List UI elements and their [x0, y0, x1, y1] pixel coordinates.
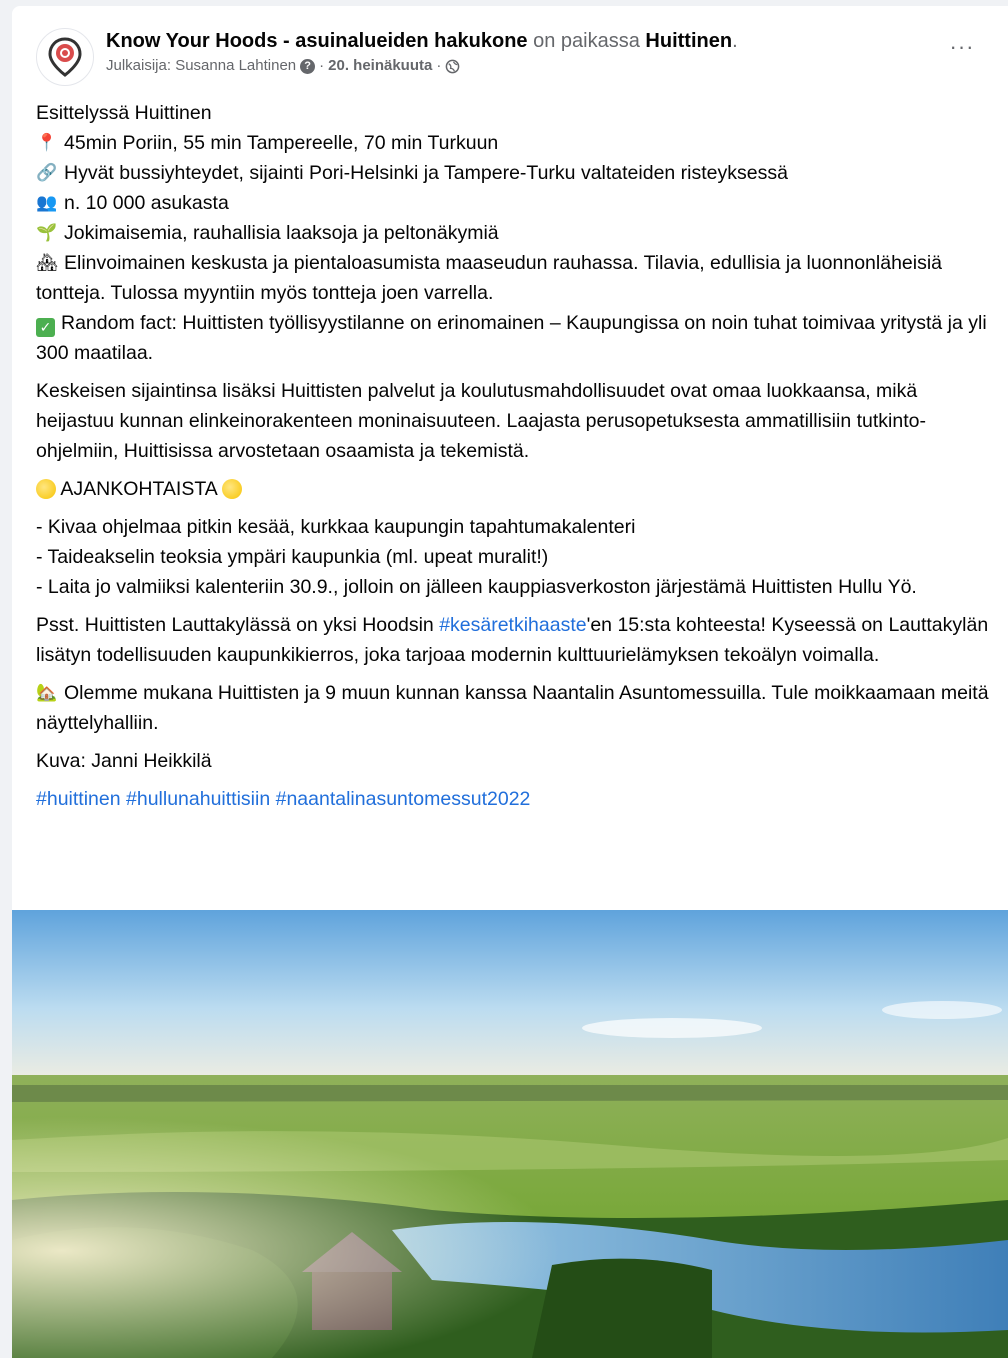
- fair-paragraph: 🏡 Olemme mukana Huittisten ja 9 muun kunn…: [36, 678, 996, 738]
- link-icon: 🔗: [36, 163, 58, 182]
- post-date-link[interactable]: 20. heinäkuuta: [328, 55, 432, 77]
- question-icon[interactable]: ?: [300, 58, 316, 74]
- sun-icon: [36, 479, 56, 499]
- post-body: Esittelyssä Huittinen 📍 45min Poriin, 55 …: [36, 98, 996, 822]
- bullet-text: 45min Poriin, 55 min Tampereelle, 70 min…: [64, 132, 499, 154]
- bullet-text: Random fact: Huittisten työllisyystilann…: [36, 312, 987, 364]
- news-item: - Taideakselin teoksia ympäri kaupunkia …: [36, 546, 549, 568]
- intro-text: Esittelyssä Huittinen: [36, 102, 212, 124]
- paragraph-services: Keskeisen sijaintinsa lisäksi Huittisten…: [36, 380, 926, 462]
- fair-text: Olemme mukana Huittisten ja 9 muun kunna…: [36, 682, 989, 734]
- bullet-text: n. 10 000 asukasta: [64, 192, 229, 214]
- news-item: - Laita jo valmiiksi kalenteriin 30.9., …: [36, 576, 917, 598]
- hashtag-link[interactable]: #huittinen: [36, 788, 121, 810]
- post-meta: Julkaisija: Susanna Lahtinen ? · 20. hei…: [106, 55, 738, 77]
- photo-credit: Kuva: Janni Heikkilä: [36, 750, 212, 772]
- post-card: Know Your Hoods - asuinalueiden hakukone…: [12, 6, 1008, 1358]
- header-text: Know Your Hoods - asuinalueiden hakukone…: [106, 28, 738, 77]
- post-header: Know Your Hoods - asuinalueiden hakukone…: [36, 24, 1008, 86]
- post-photo[interactable]: [12, 910, 1008, 1358]
- location-prefix: on paikassa: [533, 30, 640, 52]
- bullet-item: 🏘 Elinvoimainen keskusta ja pientaloasumi…: [36, 248, 996, 308]
- news-list: - Kivaa ohjelmaa pitkin kesää, kurkkaa k…: [36, 512, 996, 602]
- bullet-item: 🔗 Hyvät bussiyhteydet, sijainti Pori-Hels…: [36, 158, 996, 188]
- location-link[interactable]: Huittinen: [645, 30, 732, 52]
- bullet-item: 🌱 Jokimaisemia, rauhallisia laaksoja ja p…: [36, 218, 996, 248]
- bullet-text: Jokimaisemia, rauhallisia laaksoja ja pe…: [64, 222, 499, 244]
- houses-icon: 🏘: [36, 253, 58, 272]
- news-heading: AJANKOHTAISTA: [60, 478, 217, 500]
- hashtag-link[interactable]: #naantalinasuntomessut2022: [276, 788, 531, 810]
- header-title: Know Your Hoods - asuinalueiden hakukone…: [106, 28, 738, 54]
- psst-paragraph: Psst. Huittisten Lauttakylässä on yksi H…: [36, 610, 996, 670]
- bullet-item: 👥 n. 10 000 asukasta: [36, 188, 996, 218]
- location-suffix: .: [732, 30, 738, 52]
- hashtag-link[interactable]: #kesäretkihaaste: [439, 614, 586, 636]
- meta-separator: ·: [319, 57, 325, 74]
- hashtags: #huittinen #hullunahuittisiin #naantalin…: [36, 784, 996, 814]
- meta-separator-2: ·: [436, 57, 442, 74]
- page-name-link[interactable]: Know Your Hoods - asuinalueiden hakukone: [106, 30, 528, 52]
- page-avatar[interactable]: [36, 28, 94, 86]
- check-icon: ✓: [36, 318, 55, 337]
- bullet-text: Elinvoimainen keskusta ja pientaloasumis…: [36, 252, 943, 304]
- bullet-item: 📍 45min Poriin, 55 min Tampereelle, 70 mi…: [36, 128, 996, 158]
- bullet-item: ✓ Random fact: Huittisten työllisyystilan…: [36, 308, 996, 368]
- sun-icon: [222, 479, 243, 499]
- pin-icon: 📍: [36, 133, 58, 152]
- location-pin-logo-icon: [48, 37, 82, 77]
- news-heading-block: AJANKOHTAISTA: [36, 474, 996, 504]
- globe-icon: [446, 59, 460, 73]
- publisher-text: Julkaisija: Susanna Lahtinen: [106, 57, 297, 74]
- psst-text: Psst. Huittisten Lauttakylässä on yksi H…: [36, 614, 440, 636]
- people-icon: 👥: [36, 193, 58, 212]
- news-item: - Kivaa ohjelmaa pitkin kesää, kurkkaa k…: [36, 516, 636, 538]
- hashtag-link[interactable]: #hullunahuittisiin: [126, 788, 270, 810]
- intro-block: Esittelyssä Huittinen 📍 45min Poriin, 55 …: [36, 98, 996, 368]
- landscape-image: [12, 910, 1008, 1358]
- bullet-text: Hyvät bussiyhteydet, sijainti Pori-Helsi…: [64, 162, 788, 184]
- more-options-button[interactable]: ···: [944, 36, 980, 62]
- seedling-icon: 🌱: [36, 223, 58, 242]
- house-tree-icon: 🏡: [36, 683, 58, 702]
